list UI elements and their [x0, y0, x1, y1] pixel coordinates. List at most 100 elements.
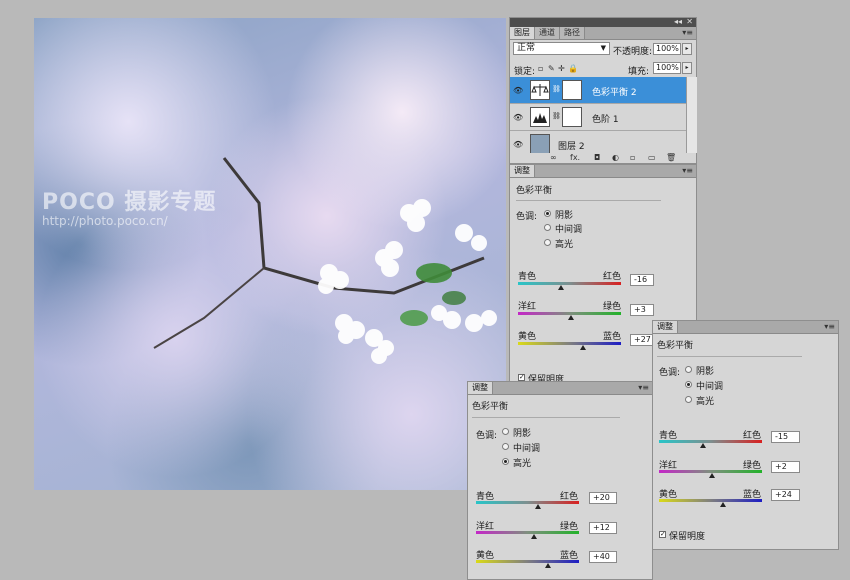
lock-icons: ▫ ✎ ✛ 🔒 — [538, 64, 608, 74]
layers-tabbar: 图层 通道 路径 ▾≡ — [510, 27, 696, 40]
levels-icon — [530, 107, 550, 127]
yellow-blue-slider-track[interactable] — [518, 342, 621, 345]
slider-left-label: 黄色 — [518, 332, 537, 342]
yellow-blue-slider-track[interactable] — [476, 560, 579, 563]
tone-label: 色调: — [476, 431, 498, 441]
lock-position-icon[interactable]: ✛ — [558, 64, 565, 73]
slider-value-field[interactable]: -15 — [771, 431, 800, 443]
fill-field[interactable]: 100% — [653, 62, 681, 74]
slider-value-field[interactable]: +24 — [771, 489, 800, 501]
tone-radio-highlights[interactable] — [544, 239, 551, 246]
new-layer-icon[interactable]: ▭ — [648, 153, 656, 162]
tab-adjustments[interactable]: 调整 — [510, 165, 535, 177]
layer-row[interactable]: 👁 图层 2 — [510, 131, 686, 153]
slider-value-field[interactable]: +3 — [630, 304, 654, 316]
tone-radio-shadows[interactable] — [502, 428, 509, 435]
tone-label-highlights: 高光 — [555, 240, 574, 250]
tone-radio-midtones[interactable] — [685, 381, 692, 388]
slider-thumb[interactable] — [534, 504, 541, 509]
slider-thumb[interactable] — [719, 502, 726, 507]
layer-row[interactable]: 👁 ⛓ 色阶 1 — [510, 104, 686, 131]
adjustments-panel-highlights: 调整 ▾≡ 色彩平衡 色调: 阴影 中间调 高光 青色 红色 +20 洋红 绿色 … — [467, 381, 653, 580]
tone-label-shadows: 阴影 — [513, 429, 532, 439]
blend-mode-select[interactable]: 正常 ▼ — [513, 42, 610, 55]
tab-adjustments[interactable]: 调整 — [653, 321, 678, 333]
add-mask-icon[interactable]: ◘ — [594, 153, 600, 162]
layers-list: 👁 ⛓ 色彩平衡 2 👁 ⛓ 色阶 1 👁 图层 2 — [510, 77, 686, 153]
close-icon[interactable]: ✕ — [686, 17, 693, 26]
yellow-blue-slider-track[interactable] — [659, 499, 762, 502]
link-layers-icon[interactable]: ∞ — [550, 153, 557, 162]
watermark: POCO 摄影专题 http://photo.poco.cn/ — [42, 184, 216, 228]
fx-icon[interactable]: fx. — [570, 153, 580, 162]
collapse-icon[interactable]: ◂◂ — [674, 17, 682, 26]
slider-value-field[interactable]: +27 — [630, 334, 654, 346]
slider-value-field[interactable]: +40 — [589, 551, 617, 563]
layer-row[interactable]: 👁 ⛓ 色彩平衡 2 — [510, 77, 686, 104]
opacity-field[interactable]: 100% — [653, 43, 681, 55]
slider-right-label: 绿色 — [603, 302, 622, 312]
tone-label: 色调: — [516, 212, 538, 222]
preserve-luminosity-checkbox[interactable]: ✓ — [518, 374, 525, 381]
slider-thumb[interactable] — [545, 563, 552, 568]
tone-radio-midtones[interactable] — [502, 443, 509, 450]
photo-canvas: POCO 摄影专题 http://photo.poco.cn/ — [34, 18, 506, 490]
panel-menu-icon[interactable]: ▾≡ — [638, 382, 649, 394]
slider-value-field[interactable]: +20 — [589, 492, 617, 504]
lock-transparency-icon[interactable]: ▫ — [538, 64, 543, 73]
slider-thumb[interactable] — [568, 315, 575, 320]
tone-label-midtones: 中间调 — [555, 225, 583, 235]
panel-menu-icon[interactable]: ▾≡ — [824, 321, 835, 333]
layer-name: 图层 2 — [558, 142, 585, 152]
balance-icon — [530, 80, 550, 100]
opacity-label: 不透明度: — [613, 47, 653, 57]
new-group-icon[interactable]: ▫ — [630, 153, 635, 162]
adjust-title: 色彩平衡 — [516, 186, 553, 196]
panel-menu-icon[interactable]: ▾≡ — [682, 27, 693, 39]
slider-value-field[interactable]: +2 — [771, 461, 800, 473]
tab-channels[interactable]: 通道 — [535, 27, 560, 39]
preserve-luminosity-checkbox[interactable]: ✓ — [659, 531, 666, 538]
tone-radio-highlights[interactable] — [685, 396, 692, 403]
cyan-red-slider-track[interactable] — [476, 501, 579, 504]
tone-label-shadows: 阴影 — [555, 211, 574, 221]
tone-radio-shadows[interactable] — [544, 210, 551, 217]
panel-titlebar[interactable]: ◂◂ ✕ — [510, 17, 696, 27]
lock-all-icon[interactable]: 🔒 — [568, 64, 578, 73]
opacity-arrow-button[interactable]: ▸ — [682, 43, 692, 55]
cyan-red-slider-track[interactable] — [518, 282, 621, 285]
panel-menu-icon[interactable]: ▾≡ — [682, 165, 693, 177]
slider-left-label: 青色 — [518, 272, 537, 282]
tone-label-highlights: 高光 — [696, 397, 715, 407]
divider — [657, 356, 802, 357]
slider-thumb[interactable] — [708, 473, 715, 478]
slider-thumb[interactable] — [699, 443, 706, 448]
slider-value-field[interactable]: +12 — [589, 522, 617, 534]
slider-thumb[interactable] — [530, 534, 537, 539]
tone-label: 色调: — [659, 368, 681, 378]
watermark-url: http://photo.poco.cn/ — [42, 214, 168, 228]
visibility-eye-icon[interactable]: 👁 — [513, 86, 523, 95]
slider-thumb[interactable] — [558, 285, 565, 290]
layer-mask-thumbnail — [562, 107, 582, 127]
fill-arrow-button[interactable]: ▸ — [682, 62, 692, 74]
tone-radio-highlights[interactable] — [502, 458, 509, 465]
adjust-tabbar: 调整 ▾≡ — [510, 165, 696, 178]
layers-scrollbar[interactable] — [686, 77, 697, 153]
cyan-red-slider-track[interactable] — [659, 440, 762, 443]
tab-paths[interactable]: 路径 — [560, 27, 585, 39]
lock-pixels-icon[interactable]: ✎ — [548, 64, 555, 73]
slider-value-field[interactable]: -16 — [630, 274, 654, 286]
slider-thumb[interactable] — [580, 345, 587, 350]
trash-icon[interactable]: 🗑 — [666, 153, 676, 162]
visibility-eye-icon[interactable]: 👁 — [513, 113, 523, 122]
visibility-eye-icon[interactable]: 👁 — [513, 140, 523, 149]
slider-right-label: 蓝色 — [603, 332, 622, 342]
tab-adjustments[interactable]: 调整 — [468, 382, 493, 394]
tone-radio-shadows[interactable] — [685, 366, 692, 373]
tab-layers[interactable]: 图层 — [510, 27, 535, 39]
magenta-green-slider-track[interactable] — [476, 531, 579, 534]
tone-radio-midtones[interactable] — [544, 224, 551, 231]
adjustment-layer-icon[interactable]: ◐ — [612, 153, 619, 162]
layers-bottom-toolbar: ∞ fx. ◘ ◐ ▫ ▭ 🗑 — [550, 153, 690, 163]
